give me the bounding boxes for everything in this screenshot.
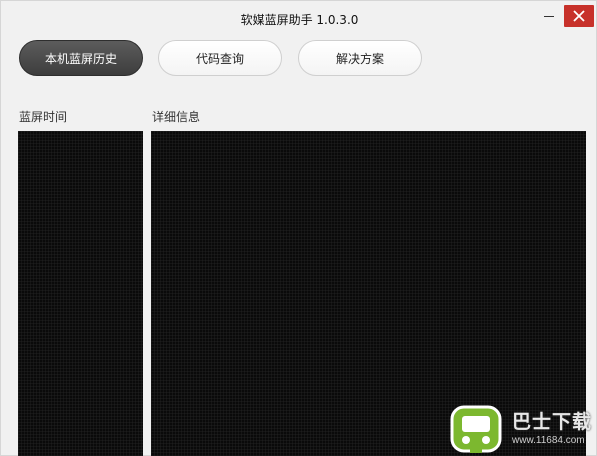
watermark: 巴士下载 www.11684.com [448, 403, 597, 456]
detail-info-label: 详细信息 [152, 110, 201, 124]
close-icon [573, 10, 585, 22]
close-button[interactable] [564, 5, 594, 27]
bsod-time-label: 蓝屏时间 [19, 110, 68, 124]
bsod-time-list[interactable] [18, 131, 143, 456]
tab-local-bsod-history[interactable]: 本机蓝屏历史 [19, 40, 143, 76]
watermark-logo-icon [450, 405, 502, 453]
tab-solutions[interactable]: 解决方案 [298, 40, 422, 76]
watermark-brand: 巴士下载 [512, 411, 593, 433]
minimize-button[interactable] [541, 9, 557, 23]
app-window: 软媒蓝屏助手 1.0.3.0 本机蓝屏历史 代码查询 解决方案 蓝屏时间 详细信… [0, 0, 597, 456]
tab-code-lookup[interactable]: 代码查询 [158, 40, 282, 76]
title-bar: 软媒蓝屏助手 1.0.3.0 [1, 1, 597, 35]
watermark-url: www.11684.com [512, 435, 585, 446]
window-title: 软媒蓝屏助手 1.0.3.0 [240, 13, 359, 27]
